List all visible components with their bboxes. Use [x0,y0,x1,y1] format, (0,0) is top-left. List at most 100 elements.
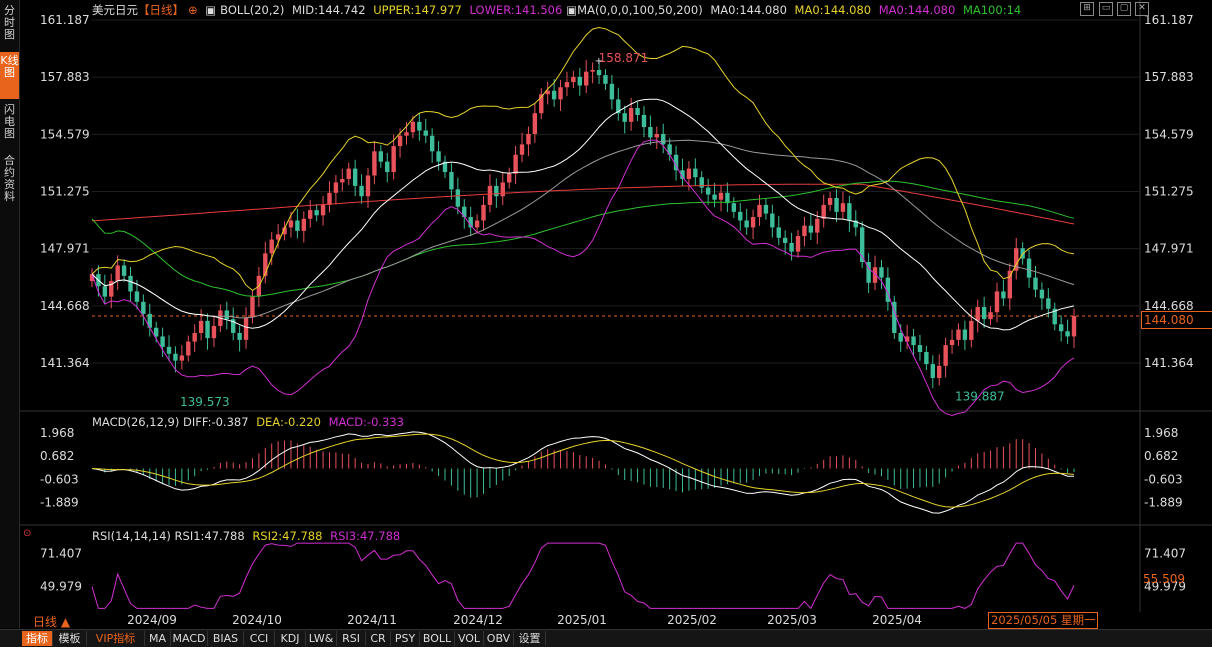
candle-body [975,307,980,321]
candle-body [166,346,172,354]
candle-body [628,108,634,122]
toolbar-tab[interactable]: 指标 [22,631,53,646]
toolbar-tab[interactable]: CCI [244,631,275,646]
time-axis-label: 2024/09 [127,613,177,627]
boll-mid: MID:144.742 [291,3,366,17]
symbol-name: 美元日元 [92,3,138,17]
toolbar-tab[interactable]: OBV [484,631,514,646]
candle-body [320,204,326,216]
ma50-line [91,139,1075,319]
low-annotation-2: 139.887 [955,390,1005,404]
ma200-line [91,183,1075,225]
toolbar-tab[interactable]: LW& [306,631,337,646]
toolbar-tab[interactable]: CR [366,631,391,646]
candle-body [641,114,647,128]
candle-body [243,317,249,340]
price-tick-label-left: 151.275 [40,185,90,199]
candle-body [911,336,916,346]
candle-body [237,332,242,340]
toolbar-tab[interactable]: BOLL [420,631,455,646]
candle-body [558,87,563,100]
small-box-icon-2: ▣ [566,3,578,17]
toolbar-tab[interactable]: KDJ [275,631,306,646]
macd-tick-label-left: -0.603 [40,472,79,486]
rsi-line [91,542,1075,610]
toolbar-tab[interactable]: 模板 [53,631,87,646]
high-annotation: 158.871 [599,51,649,65]
candle-body [436,151,441,162]
candle-body [789,242,794,252]
candle-body [429,135,435,152]
rsi-current-tag: 55.509 [1143,572,1185,586]
candle-body [481,204,486,221]
candle-body [365,175,371,197]
small-box-icon: ▣ [205,3,217,17]
candle-body [937,365,942,378]
close-icon[interactable]: ✕ [1135,2,1149,16]
candle-body [661,133,666,145]
toolbar-tab[interactable]: PSY [391,631,420,646]
macd-tick-label: 1.968 [1144,426,1178,440]
candle-body [224,310,229,320]
candle-body [506,173,512,183]
candle-body [102,286,108,297]
boll-lower: LOWER:141.506 [469,3,563,17]
candle-body [1033,277,1038,290]
macd-legend: MACD(26,12,9) DIFF:-0.387 DEA:-0.220 MAC… [92,415,408,429]
candle-body [584,71,589,86]
candle-body [487,185,493,205]
current-price-tag: 144.080 [1141,311,1212,329]
time-axis-label: 2024/11 [347,613,397,627]
rsi-settings-icon[interactable]: ⊙ [23,528,31,539]
candle-body [128,275,133,292]
period-label[interactable]: 日线 ▲ [33,613,70,630]
candle-body [1058,324,1064,332]
candle-body [847,203,852,221]
macd-diff: DIFF:-0.387 [183,415,249,429]
candle-body [879,267,884,278]
candle-body [333,182,339,193]
toolbar-tab[interactable]: RSI [337,631,366,646]
ma0-c: MA0:144.080 [878,3,956,17]
candle-body [250,296,255,318]
candle-body [840,203,846,212]
toolbar-tab[interactable]: MA [145,631,171,646]
macd-histogram [97,439,1075,498]
time-axis-label: 2024/12 [453,613,503,627]
candle-body [500,182,505,197]
toolbar-tab[interactable]: 设置 [514,631,546,646]
high-marker: + [595,56,603,67]
candle-body [782,237,788,243]
indicator-toolbar: 指标 模板 VIP指标 MA MACD BIAS CCI KDJ LW& RSI CR PSY BOLL… [0,629,1212,647]
candle-body [757,204,762,218]
candle-body [526,133,531,145]
price-tick-label: 161.187 [1144,13,1194,27]
toolbar-tab[interactable]: BIAS [208,631,244,646]
price-tick-label: 147.971 [1144,242,1194,256]
macd-label: MACD(26,12,9) [92,415,180,429]
candle-body [603,75,608,84]
target-icon[interactable]: ⊕ [188,3,198,17]
restore-icon[interactable]: ▢ [1117,2,1131,16]
toolbar-tab[interactable]: VIP指标 [87,631,145,646]
candle-body [115,265,120,282]
candle-body [352,168,358,186]
crosshair-icon[interactable]: ⊞ [1080,2,1094,16]
macd-tick-label-left: 0.682 [40,449,74,463]
candle-body [513,154,518,174]
candle-body [397,135,403,147]
candle-body [776,227,781,238]
macd-tick-label: -1.889 [1144,496,1183,510]
rsi-legend: RSI(14,14,14) RSI1:47.788 RSI2:47.788 RS… [92,529,404,543]
candle-body [340,178,345,183]
candle-body [474,220,480,228]
price-tick-label-left: 154.579 [40,127,90,141]
toolbar-tab[interactable]: MACD [171,631,208,646]
toolbar-tab[interactable]: VOL [455,631,484,646]
candle-body [551,90,557,100]
candle-body [134,291,140,302]
candle-body [1026,258,1032,278]
candle-body [744,220,749,228]
candle-body [1001,291,1006,299]
minimize-icon[interactable]: ▭ [1099,2,1113,16]
